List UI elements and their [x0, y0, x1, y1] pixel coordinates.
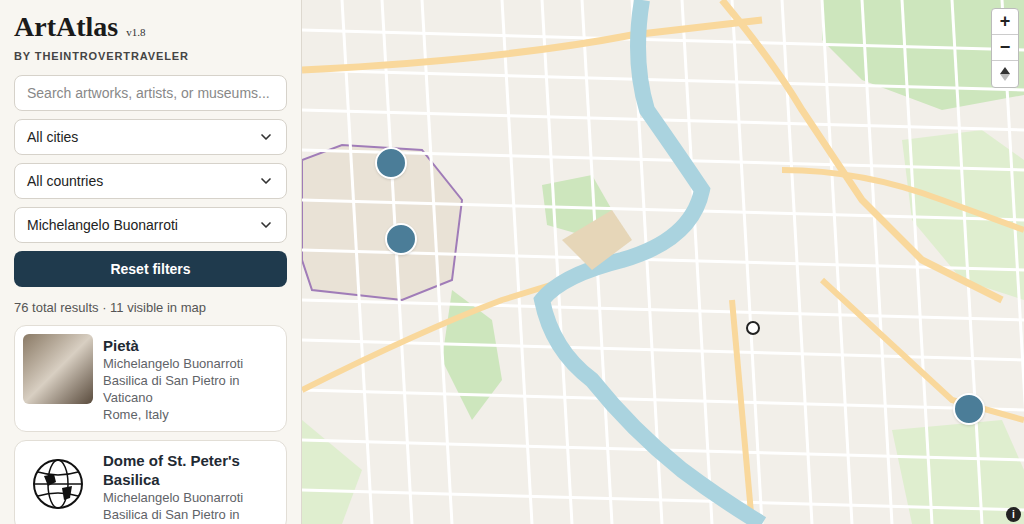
map[interactable]: +− i [302, 0, 1024, 524]
filter-select[interactable]: All countries [14, 163, 287, 199]
zoom-button[interactable]: − [992, 35, 1018, 61]
artwork-logo [23, 449, 93, 519]
sidebar: ArtAtlasv1.8 BY THEINTROVERTRAVELER Search… [0, 0, 302, 524]
zoom-button[interactable]: + [992, 9, 1018, 35]
result-detail: Michelangelo Buonarroti [103, 355, 278, 372]
globe-logo-icon [30, 456, 86, 512]
compass-button[interactable] [992, 61, 1018, 87]
zoom-controls: +− [991, 8, 1019, 88]
map-marker[interactable] [953, 393, 985, 425]
compass-icon [999, 67, 1011, 81]
result-detail: Rome, Italy [103, 406, 278, 423]
result-detail: Michelangelo Buonarroti [103, 489, 278, 506]
result-title: Dome of St. Peter's Basilica [103, 451, 278, 489]
result-card[interactable]: Dome of St. Peter's BasilicaMichelangelo… [14, 440, 287, 524]
filter-select[interactable]: Michelangelo Buonarroti [14, 207, 287, 243]
info-button[interactable]: i [1006, 507, 1021, 522]
app-title: ArtAtlasv1.8 [14, 12, 287, 47]
results-summary: 76 total results · 11 visible in map [14, 299, 287, 317]
result-detail: Basilica di San Pietro in Vaticano [103, 372, 278, 406]
result-title: Pietà [103, 336, 278, 355]
artwork-photo [23, 334, 93, 404]
chevron-down-icon [258, 129, 274, 145]
map-marker[interactable] [746, 321, 760, 335]
reset-button[interactable]: Reset filters [14, 251, 287, 287]
version: v1.8 [126, 17, 145, 47]
map-marker[interactable] [375, 147, 407, 179]
byline: BY THEINTROVERTRAVELER [14, 49, 287, 63]
map-marker[interactable] [385, 223, 417, 255]
app: ArtAtlasv1.8 BY THEINTROVERTRAVELER Search… [0, 0, 1024, 524]
chevron-down-icon [258, 173, 274, 189]
filter-select[interactable]: All cities [14, 119, 287, 155]
search-field[interactable]: Search artworks, artists, or museums... [14, 75, 287, 111]
results-list: PietàMichelangelo BuonarrotiBasilica di … [14, 325, 287, 524]
result-detail: Basilica di San Pietro in [103, 506, 278, 523]
map-tiles [302, 0, 1024, 524]
chevron-down-icon [258, 217, 274, 233]
result-card[interactable]: PietàMichelangelo BuonarrotiBasilica di … [14, 325, 287, 432]
